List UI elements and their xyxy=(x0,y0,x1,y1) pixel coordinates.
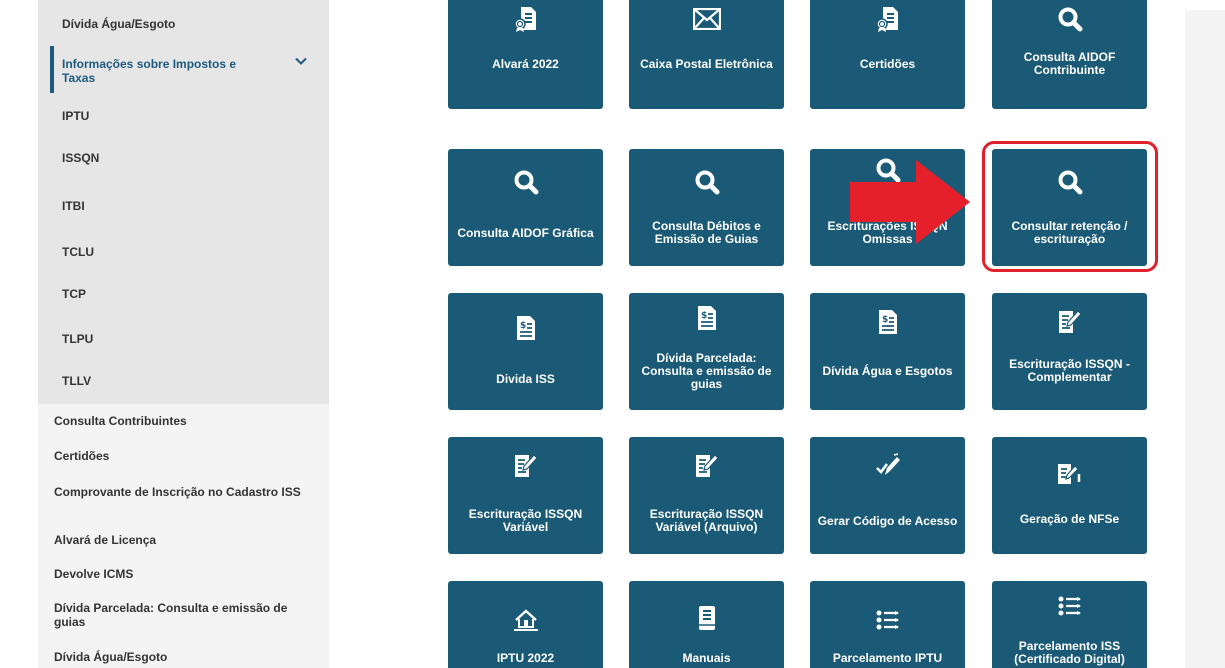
envelope-icon xyxy=(629,4,784,34)
tile-divida-iss[interactable]: $ Divida ISS xyxy=(448,293,603,410)
sidebar-item-alvara-licenca[interactable]: Alvará de Licença xyxy=(54,533,324,547)
svg-text:$: $ xyxy=(520,321,526,331)
submenu-impostos-taxas: Dívida Água/Esgoto Informações sobre Imp… xyxy=(38,0,329,404)
tile-consulta-aidof-contribuinte[interactable]: Consulta AIDOF Contribuinte xyxy=(992,0,1147,109)
svg-text:$: $ xyxy=(701,311,707,321)
tile-label: Parcelamento IPTU xyxy=(832,650,943,665)
arrow-right-icon xyxy=(850,160,970,244)
tile-consulta-debitos[interactable]: Consulta Débitos e Emissão de Guias xyxy=(629,149,784,266)
pen-check-icon xyxy=(810,451,965,481)
tile-label: Geração de NFSe xyxy=(1019,511,1120,526)
tile-label: Parcelamento ISS (Certificado Digital) xyxy=(1014,639,1125,666)
sidebar-item-consulta-contribuintes[interactable]: Consulta Contribuintes xyxy=(54,414,324,428)
tile-label: Manuais xyxy=(682,650,731,665)
tile-iptu-2022[interactable]: IPTU 2022 xyxy=(448,581,603,668)
tile-label: Dívida Água e Esgotos xyxy=(822,363,953,378)
active-indicator xyxy=(50,46,54,93)
tile-label: IPTU 2022 xyxy=(496,650,555,665)
tile-label: Consulta AIDOF Contribuinte xyxy=(1023,50,1116,77)
tile-escrituracao-variavel-arquivo[interactable]: Escrituração ISSQN Variável (Arquivo) xyxy=(629,437,784,554)
submenu-item-iptu[interactable]: IPTU xyxy=(62,109,89,123)
invoice-icon: $ xyxy=(448,313,603,343)
list-steps-icon xyxy=(992,591,1147,621)
submenu-item-divida-agua-esgoto[interactable]: Dívida Água/Esgoto xyxy=(62,17,175,31)
tile-parcelamento-iss[interactable]: Parcelamento ISS (Certificado Digital) xyxy=(992,581,1147,668)
tile-label: Gerar Código de Acesso xyxy=(817,513,958,528)
sidebar-item-certidoes[interactable]: Certidões xyxy=(54,449,324,463)
sidebar-item-comprovante-inscricao[interactable]: Comprovante de Inscrição no Cadastro ISS xyxy=(54,485,304,499)
tile-label: Consulta Débitos e Emissão de Guias xyxy=(652,219,761,246)
submenu-item-issqn[interactable]: ISSQN xyxy=(62,151,99,165)
tile-parcelamento-iptu[interactable]: Parcelamento IPTU xyxy=(810,581,965,668)
tile-geracao-nfse[interactable]: Geração de NFSe xyxy=(992,437,1147,554)
page-margin-right xyxy=(1185,10,1225,668)
search-icon xyxy=(448,167,603,197)
tile-gerar-codigo-acesso[interactable]: Gerar Código de Acesso xyxy=(810,437,965,554)
edit-document-icon xyxy=(448,451,603,481)
house-icon xyxy=(448,605,603,635)
sidebar: Dívida Água/Esgoto Informações sobre Imp… xyxy=(38,0,329,668)
submenu-header-impostos-taxas[interactable]: Informações sobre Impostos e Taxas xyxy=(62,57,262,85)
invoice-icon: $ xyxy=(629,303,784,333)
sidebar-item-devolve-icms[interactable]: Devolve ICMS xyxy=(54,567,324,581)
tile-label: Divida ISS xyxy=(496,371,555,386)
tile-label: Escrituração ISSQN Variável (Arquivo) xyxy=(649,507,764,534)
highlight-box xyxy=(982,141,1158,272)
tile-label: Certidões xyxy=(859,56,916,71)
tile-alvara-2022[interactable]: Alvará 2022 xyxy=(448,0,603,109)
tile-label: Dívida Parcelada: Consulta e emissão de … xyxy=(641,350,772,391)
edit-document-icon xyxy=(629,451,784,481)
tile-label: Escrituração ISSQN - Complementar xyxy=(1009,357,1130,384)
tile-consulta-aidof-grafica[interactable]: Consulta AIDOF Gráfica xyxy=(448,149,603,266)
submenu-item-tcp[interactable]: TCP xyxy=(62,287,86,301)
svg-text:$: $ xyxy=(882,315,888,325)
sidebar-item-divida-parcelada[interactable]: Dívida Parcelada: Consulta e emissão de … xyxy=(54,601,304,629)
page-margin xyxy=(0,0,38,668)
tile-escrituracao-variavel[interactable]: Escrituração ISSQN Variável xyxy=(448,437,603,554)
tile-label: Alvará 2022 xyxy=(492,56,559,71)
tile-label: Consulta AIDOF Gráfica xyxy=(457,225,594,240)
content-gutter xyxy=(329,0,409,668)
tile-label: Escrituração ISSQN Variável xyxy=(468,507,583,534)
submenu-item-itbi[interactable]: ITBI xyxy=(62,199,85,213)
submenu-item-tlpu[interactable]: TLPU xyxy=(62,332,93,346)
submenu-item-tclu[interactable]: TCLU xyxy=(62,245,94,259)
tile-escrituracao-complementar[interactable]: Escrituração ISSQN - Complementar xyxy=(992,293,1147,410)
search-icon xyxy=(629,167,784,197)
tile-label: Caixa Postal Eletrônica xyxy=(640,56,773,71)
submenu-item-tllv[interactable]: TLLV xyxy=(62,374,91,388)
book-icon xyxy=(629,603,784,633)
tile-divida-agua-esgotos[interactable]: $ Dívida Água e Esgotos xyxy=(810,293,965,410)
tile-divida-parcelada[interactable]: $ Dívida Parcelada: Consulta e emissão d… xyxy=(629,293,784,410)
certificate-icon xyxy=(448,4,603,34)
tile-certidoes[interactable]: Certidões xyxy=(810,0,965,109)
search-icon xyxy=(992,4,1147,34)
invoice-icon: $ xyxy=(810,307,965,337)
list-steps-icon xyxy=(810,605,965,635)
edit-document-icon xyxy=(992,459,1147,489)
chevron-down-icon[interactable] xyxy=(294,54,308,68)
tile-caixa-postal[interactable]: Caixa Postal Eletrônica xyxy=(629,0,784,109)
sidebar-item-divida-agua-esgoto[interactable]: Dívida Água/Esgoto xyxy=(54,650,324,664)
certificate-icon xyxy=(810,4,965,34)
edit-document-icon xyxy=(992,307,1147,337)
tile-manuais[interactable]: Manuais xyxy=(629,581,784,668)
